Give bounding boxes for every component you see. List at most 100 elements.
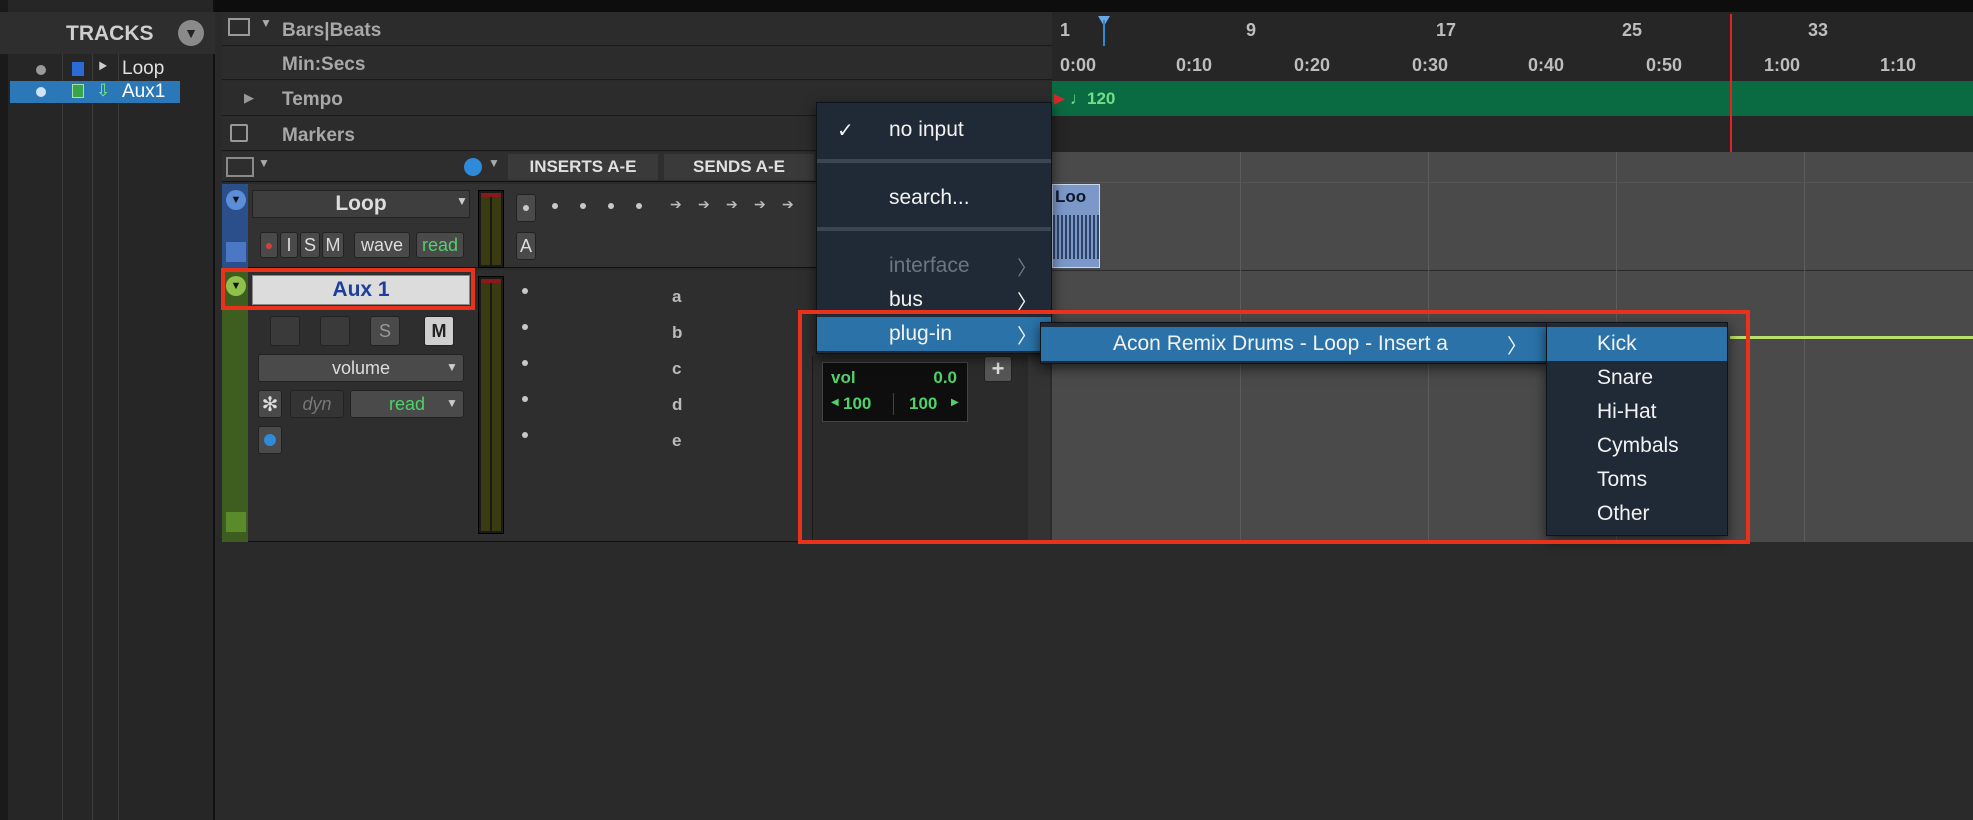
automation-chevron-icon[interactable]: ▼ (446, 396, 458, 410)
input-monitor-button[interactable] (320, 316, 350, 346)
track-options-chevron-icon[interactable]: ▼ (226, 190, 246, 210)
top-edge (0, 0, 1973, 12)
volume-automation-line (1730, 336, 1973, 339)
track-collapse-icon[interactable] (226, 242, 246, 262)
menu-item-no-input[interactable]: ✓ no input (817, 113, 1051, 147)
send-slot-arrow-icon[interactable]: ➔ (754, 196, 766, 213)
tracks-title: TRACKS (66, 22, 154, 45)
track-name-chevron-icon[interactable]: ▼ (456, 194, 468, 208)
insert-slot-dot[interactable] (580, 203, 586, 209)
input-monitor-button[interactable]: I (280, 232, 298, 258)
inserts-header[interactable]: INSERTS A-E (508, 154, 658, 180)
tempo-expand-icon[interactable]: ▶ (244, 90, 254, 106)
track-view-selector[interactable]: wave (354, 232, 410, 258)
track-list-row-aux1[interactable]: ⇩ Aux1 (10, 81, 180, 103)
track-color-swatch (72, 84, 84, 98)
checkmark-icon: ✓ (837, 119, 854, 142)
sends-header[interactable]: SENDS A-E (664, 154, 814, 180)
record-enable-button[interactable] (270, 316, 300, 346)
track-view-selector[interactable]: volume (258, 354, 464, 382)
menu-item-search[interactable]: search... (817, 181, 1051, 215)
insert-slot-dot[interactable] (522, 288, 528, 294)
highlight-plugin-menus (798, 310, 1750, 544)
dyn-button[interactable]: dyn (290, 390, 344, 418)
mute-button[interactable]: M (322, 232, 344, 258)
send-slot-d[interactable]: d (672, 395, 682, 415)
menu-separator (817, 227, 1051, 231)
aux-input-arrow-icon: ⇩ (96, 81, 111, 100)
insert-slot-dot[interactable] (636, 203, 642, 209)
mute-button[interactable]: M (424, 316, 454, 346)
menu-item-label: search... (889, 186, 970, 209)
track-view-toggle-icon[interactable] (226, 157, 254, 177)
time-tick: 0:10 (1176, 55, 1213, 75)
time-tick: 1:00 (1764, 55, 1801, 75)
bar-tick: 1 (1060, 20, 1071, 40)
ruler-view-chevron-icon[interactable]: ▼ (260, 16, 272, 30)
track-color-swatch (72, 62, 84, 76)
track-visible-icon[interactable] (36, 65, 46, 75)
clip-waveform (1053, 215, 1099, 259)
time-tick: 0:20 (1294, 55, 1331, 75)
automation-mode-selector[interactable]: read (416, 232, 464, 258)
ruler-label-tempo: Tempo (282, 89, 343, 110)
send-slot-e[interactable]: e (672, 431, 681, 451)
send-slot-arrow-icon[interactable]: ➔ (726, 196, 738, 213)
solo-button[interactable]: S (300, 232, 320, 258)
track-list-row-loop[interactable]: ⯈ Loop (10, 58, 180, 80)
record-enable-button[interactable]: ● (260, 232, 278, 258)
tracks-list-panel (0, 0, 215, 820)
solo-button[interactable]: S (370, 316, 400, 346)
time-tick: 0:30 (1412, 55, 1449, 75)
bar-tick: 17 (1436, 20, 1457, 40)
insert-slot-dot[interactable] (522, 396, 528, 402)
ruler-label-markers: Markers (282, 125, 355, 146)
send-slot-arrow-icon[interactable]: ➔ (698, 196, 710, 213)
track-list-name: Loop (122, 58, 165, 79)
insert-slot-dot[interactable] (608, 203, 614, 209)
tempo-value: ♩120 (1070, 89, 1116, 108)
track-color-strip (222, 270, 248, 542)
track-view-chevron-icon[interactable]: ▼ (258, 156, 270, 170)
highlight-track-name (221, 268, 475, 310)
send-slot-arrow-icon[interactable]: ➔ (670, 196, 682, 213)
level-meter (478, 276, 504, 534)
insert-slot-dot[interactable] (552, 203, 558, 209)
playhead-flag-icon[interactable] (1096, 16, 1110, 46)
track-visible-icon[interactable] (36, 87, 46, 97)
tempo-marker-icon[interactable]: ▶ (1054, 90, 1065, 107)
track-list-name: Aux1 (122, 81, 166, 102)
color-palette-icon[interactable] (464, 158, 482, 176)
insert-slot-dot[interactable] (522, 432, 528, 438)
send-slot-b[interactable]: b (672, 323, 682, 343)
send-slot-a[interactable]: a (672, 287, 681, 307)
palette-chevron-icon[interactable]: ▼ (488, 156, 500, 170)
tracks-list-header: TRACKS ▼ (0, 12, 215, 54)
track-collapse-icon[interactable] (226, 512, 246, 532)
menu-item-interface: interface 〉 (817, 249, 1051, 283)
insert-slot-dot[interactable] (522, 324, 528, 330)
tempo-track-bar[interactable] (1052, 81, 1973, 116)
track-name-loop[interactable]: Loop (252, 190, 470, 218)
bar-tick: 25 (1622, 20, 1643, 40)
insert-slot-dot[interactable] (522, 360, 528, 366)
clip-name: Loo (1055, 187, 1087, 206)
insert-a-button[interactable]: A (516, 232, 536, 260)
menu-item-label: no input (889, 118, 964, 141)
tracks-menu-chevron-icon[interactable]: ▼ (178, 20, 204, 46)
tempo-number: 120 (1087, 89, 1116, 108)
insert-slot-button[interactable] (516, 194, 536, 222)
snowflake-icon[interactable]: ✻ (258, 390, 282, 418)
audio-track-icon: ⯈ (96, 59, 109, 76)
menu-item-label: interface (889, 254, 970, 277)
send-slot-arrow-icon[interactable]: ➔ (782, 196, 794, 213)
ruler-view-icon[interactable] (228, 18, 250, 36)
audio-clip-loop[interactable]: Loo (1052, 184, 1100, 268)
view-chevron-icon[interactable]: ▼ (446, 360, 458, 374)
time-tick: 0:50 (1646, 55, 1683, 75)
bar-tick: 33 (1808, 20, 1829, 40)
markers-list-icon[interactable] (230, 124, 248, 142)
color-palette-button[interactable] (258, 426, 282, 454)
bar-tick: 9 (1246, 20, 1257, 40)
send-slot-c[interactable]: c (672, 359, 681, 379)
